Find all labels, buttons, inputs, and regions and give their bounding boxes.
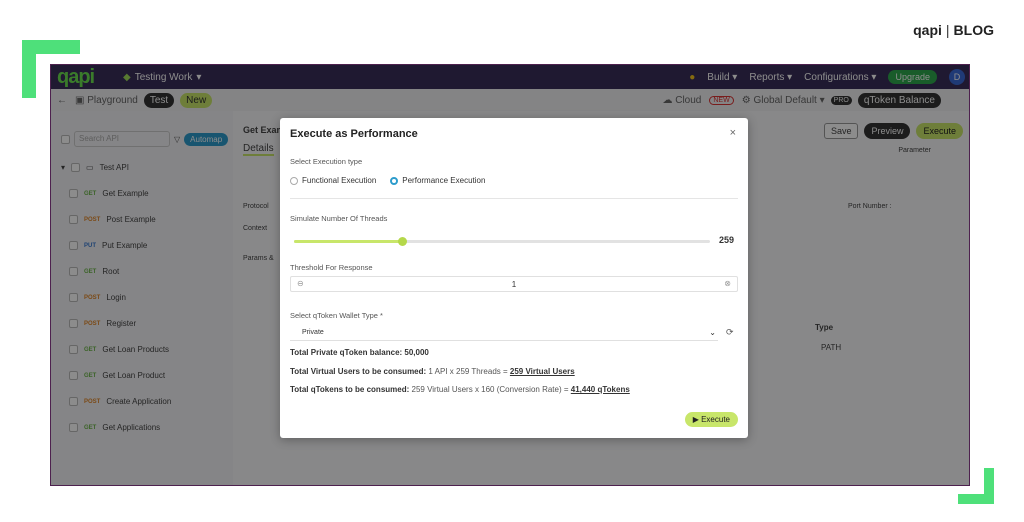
threshold-value: 1 xyxy=(511,280,517,289)
radio-icon xyxy=(290,176,298,185)
slider-fill xyxy=(294,240,403,243)
modal-execute-button[interactable]: ▶ Execute xyxy=(684,412,738,427)
execution-type-label: Select Execution type xyxy=(290,157,363,166)
threads-value: 259 xyxy=(718,235,734,245)
radio-functional[interactable]: Functional Execution xyxy=(290,176,376,185)
chevron-down-icon: ⌄ xyxy=(709,328,716,337)
blog-brand: qapi | BLOG xyxy=(913,22,994,38)
close-icon[interactable]: × xyxy=(730,127,736,139)
qtokens-summary: Total qTokens to be consumed: 259 Virtua… xyxy=(290,385,630,394)
wallet-value: Private xyxy=(302,329,324,336)
balance-text: Total Private qToken balance: 50,000 xyxy=(290,348,429,357)
radio-performance[interactable]: Performance Execution xyxy=(390,176,485,185)
threads-label: Simulate Number Of Threads xyxy=(290,214,388,223)
virtual-users-summary: Total Virtual Users to be consumed: 1 AP… xyxy=(290,367,575,376)
wallet-select[interactable]: Private ⌄ xyxy=(290,325,718,341)
brand-label: BLOG xyxy=(953,22,994,38)
slider-thumb[interactable] xyxy=(398,237,408,246)
brand-sep: | xyxy=(945,22,950,38)
execution-type-group: Functional Execution Performance Executi… xyxy=(290,176,485,185)
play-icon: ▶ xyxy=(692,415,699,424)
threads-slider[interactable] xyxy=(294,237,710,246)
execute-performance-modal: Execute as Performance × Select Executio… xyxy=(280,118,748,438)
refresh-icon[interactable]: ⟳ xyxy=(726,327,734,338)
modal-title: Execute as Performance xyxy=(290,128,418,140)
brand-logo: qapi xyxy=(913,22,942,38)
corner-decoration xyxy=(22,40,36,98)
threshold-stepper[interactable]: ⊖ 1 ⊗ xyxy=(290,276,738,292)
divider xyxy=(290,198,738,199)
page: qapi | BLOG qapi ◆ Testing Work ▾ ● Build … xyxy=(0,0,1024,522)
threshold-label: Threshold For Response xyxy=(290,263,373,272)
corner-decoration xyxy=(984,468,994,504)
radio-selected-icon xyxy=(390,176,399,185)
wallet-label: Select qToken Wallet Type * xyxy=(290,311,383,320)
plus-icon[interactable]: ⊗ xyxy=(724,279,731,288)
